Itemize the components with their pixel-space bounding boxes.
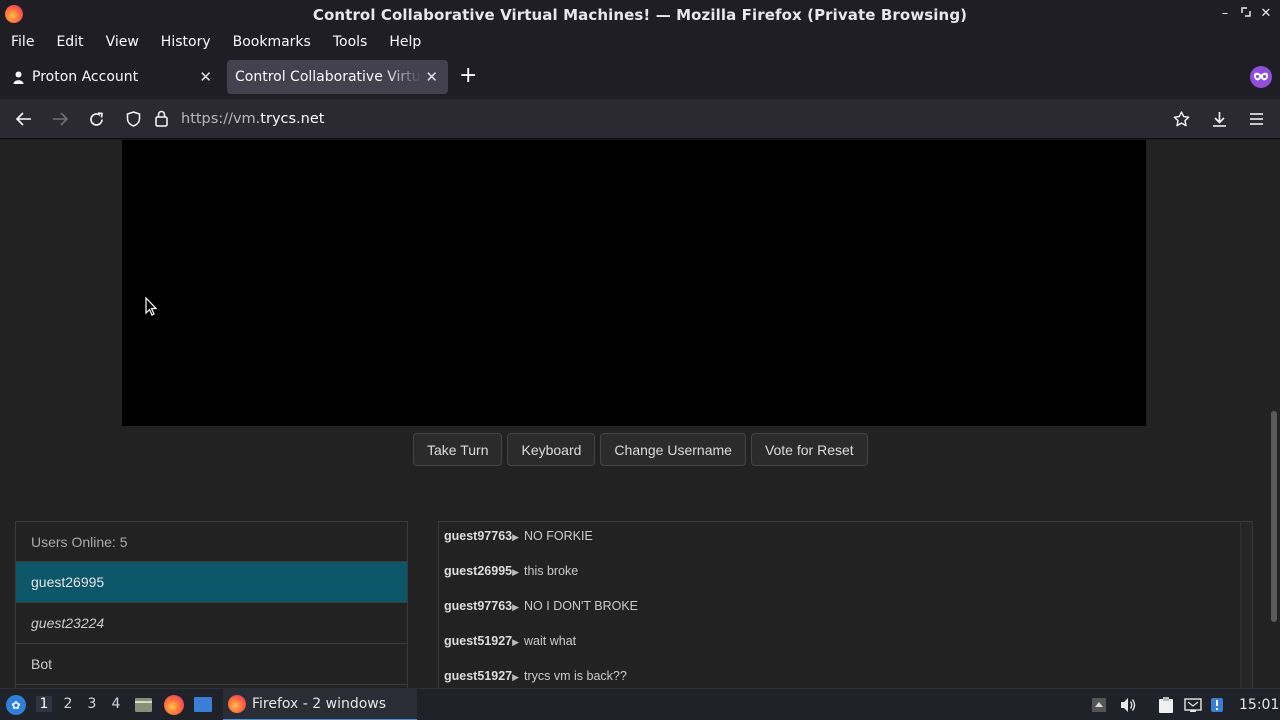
vote-for-reset-button[interactable]: Vote for Reset bbox=[750, 433, 868, 466]
chat-message: guest51927▶ trycs vm is back?? bbox=[444, 669, 627, 683]
chat-username: guest51927 bbox=[444, 634, 513, 648]
menu-help[interactable]: Help bbox=[389, 34, 421, 50]
menu-history[interactable]: History bbox=[161, 34, 211, 50]
chat-username: guest97763 bbox=[444, 529, 513, 543]
minimize-button[interactable]: – bbox=[1218, 6, 1232, 21]
tab-strip: Proton Account ✕ Control Collaborative V… bbox=[0, 55, 1280, 99]
page-scrollbar-thumb[interactable] bbox=[1271, 411, 1277, 622]
navigation-bar: https://vm.trycs.net bbox=[0, 99, 1280, 139]
clipboard-icon[interactable] bbox=[1157, 697, 1173, 713]
chat-scrollbar[interactable] bbox=[1240, 522, 1252, 688]
window-title: Control Collaborative Virtual Machines! … bbox=[312, 5, 968, 24]
chat-arrow-icon: ▶ bbox=[512, 672, 520, 682]
private-browsing-icon bbox=[1250, 66, 1272, 88]
close-tab-icon[interactable]: ✕ bbox=[199, 68, 212, 86]
page-content: Take Turn Keyboard Change Username Vote … bbox=[0, 140, 1280, 688]
menu-tools[interactable]: Tools bbox=[333, 34, 368, 50]
chat-message: guest97763▶ NO FORKIE bbox=[444, 529, 593, 543]
mouse-cursor-icon bbox=[145, 296, 158, 320]
vm-display[interactable] bbox=[122, 140, 1146, 426]
bookmark-star-icon[interactable] bbox=[1170, 108, 1192, 130]
users-online-panel: Users Online: 5 guest26995 guest23224 Bo… bbox=[15, 521, 408, 688]
chat-text: NO I DON'T BROKE bbox=[524, 599, 639, 613]
tray-up-arrow-icon[interactable] bbox=[1091, 697, 1107, 713]
workspace-1[interactable]: 1 bbox=[36, 696, 52, 712]
tab-control-collaborative[interactable]: Control Collaborative Virtual Machines! … bbox=[227, 60, 448, 94]
user-list-item[interactable]: guest23224 bbox=[16, 603, 407, 644]
firefox-launcher-icon[interactable] bbox=[164, 695, 184, 715]
start-menu-icon[interactable]: ✿ bbox=[6, 695, 26, 715]
network-icon[interactable] bbox=[1184, 697, 1202, 713]
workspace-4[interactable]: 4 bbox=[108, 696, 124, 712]
chat-arrow-icon: ▶ bbox=[512, 532, 520, 542]
taskbar-firefox-window[interactable]: Firefox - 2 windows bbox=[223, 689, 417, 720]
change-username-button[interactable]: Change Username bbox=[600, 433, 746, 466]
forward-button[interactable] bbox=[49, 108, 71, 130]
new-tab-button[interactable]: + bbox=[459, 65, 477, 87]
taskbar: ✿ 1 2 3 4 Firefox - 2 windows 15:01 bbox=[0, 688, 1280, 720]
shield-icon[interactable] bbox=[126, 111, 141, 131]
url-domain: trycs.net bbox=[260, 111, 325, 127]
downloads-icon[interactable] bbox=[1208, 108, 1230, 130]
page-scrollbar[interactable] bbox=[1268, 140, 1280, 688]
back-button[interactable] bbox=[13, 108, 35, 130]
chat-arrow-icon: ▶ bbox=[512, 637, 520, 647]
menu-bookmarks[interactable]: Bookmarks bbox=[233, 34, 311, 50]
user-list-item[interactable]: Bot bbox=[16, 644, 407, 685]
taskbar-clock: 15:01 bbox=[1239, 697, 1280, 713]
take-turn-button[interactable]: Take Turn bbox=[413, 433, 503, 466]
reload-button[interactable] bbox=[85, 108, 107, 130]
chat-text: wait what bbox=[524, 634, 577, 648]
chat-message: guest97763▶ NO I DON'T BROKE bbox=[444, 599, 638, 613]
chat-username: guest51927 bbox=[444, 669, 513, 683]
tab-proton-account[interactable]: Proton Account ✕ bbox=[0, 60, 222, 94]
taskbar-app-label: Firefox - 2 windows bbox=[252, 696, 387, 712]
lock-icon[interactable] bbox=[155, 110, 168, 131]
chat-message: guest26995▶ this broke bbox=[444, 564, 578, 578]
chat-text: trycs vm is back?? bbox=[524, 669, 627, 683]
chat-message: guest51927▶ wait what bbox=[444, 634, 576, 648]
user-list-item[interactable]: guest26995 bbox=[16, 562, 407, 603]
users-online-header: Users Online: 5 bbox=[16, 522, 407, 562]
window-titlebar: Control Collaborative Virtual Machines! … bbox=[0, 0, 1280, 29]
url-prefix: https://vm. bbox=[181, 111, 261, 127]
maximize-icon[interactable] bbox=[1239, 6, 1253, 21]
desktop-icon[interactable] bbox=[193, 696, 213, 717]
url-bar[interactable]: https://vm.trycs.net bbox=[118, 103, 1203, 135]
tab-label: Control Collaborative Virtual Machines! bbox=[235, 69, 422, 85]
close-tab-icon[interactable]: ✕ bbox=[425, 68, 438, 86]
volume-icon[interactable] bbox=[1120, 697, 1136, 713]
tab-label: Proton Account bbox=[32, 69, 139, 85]
close-window-button[interactable]: ✕ bbox=[1259, 6, 1273, 21]
person-icon bbox=[12, 70, 24, 84]
update-notifier-icon[interactable] bbox=[1210, 697, 1226, 713]
chat-username: guest26995 bbox=[444, 564, 513, 578]
url-text[interactable]: https://vm.trycs.net bbox=[181, 111, 324, 127]
menu-file[interactable]: File bbox=[11, 34, 34, 50]
firefox-logo-icon bbox=[5, 5, 23, 23]
firefox-icon bbox=[228, 695, 246, 713]
chat-arrow-icon: ▶ bbox=[512, 602, 520, 612]
chat-text: NO FORKIE bbox=[524, 529, 593, 543]
menu-view[interactable]: View bbox=[106, 34, 139, 50]
vm-button-row: Take Turn Keyboard Change Username Vote … bbox=[413, 433, 868, 466]
chat-panel: guest97763▶ NO FORKIE guest26995▶ this bro… bbox=[438, 521, 1253, 688]
chat-username: guest97763 bbox=[444, 599, 513, 613]
workspace-3[interactable]: 3 bbox=[84, 696, 100, 712]
app-menu-icon[interactable] bbox=[1245, 108, 1267, 130]
chat-text: this broke bbox=[524, 564, 579, 578]
menu-bar: File Edit View History Bookmarks Tools H… bbox=[0, 29, 1280, 55]
file-manager-icon[interactable] bbox=[134, 696, 153, 717]
chat-arrow-icon: ▶ bbox=[512, 567, 520, 577]
keyboard-button[interactable]: Keyboard bbox=[507, 433, 596, 466]
workspace-2[interactable]: 2 bbox=[60, 696, 76, 712]
menu-edit[interactable]: Edit bbox=[56, 34, 83, 50]
